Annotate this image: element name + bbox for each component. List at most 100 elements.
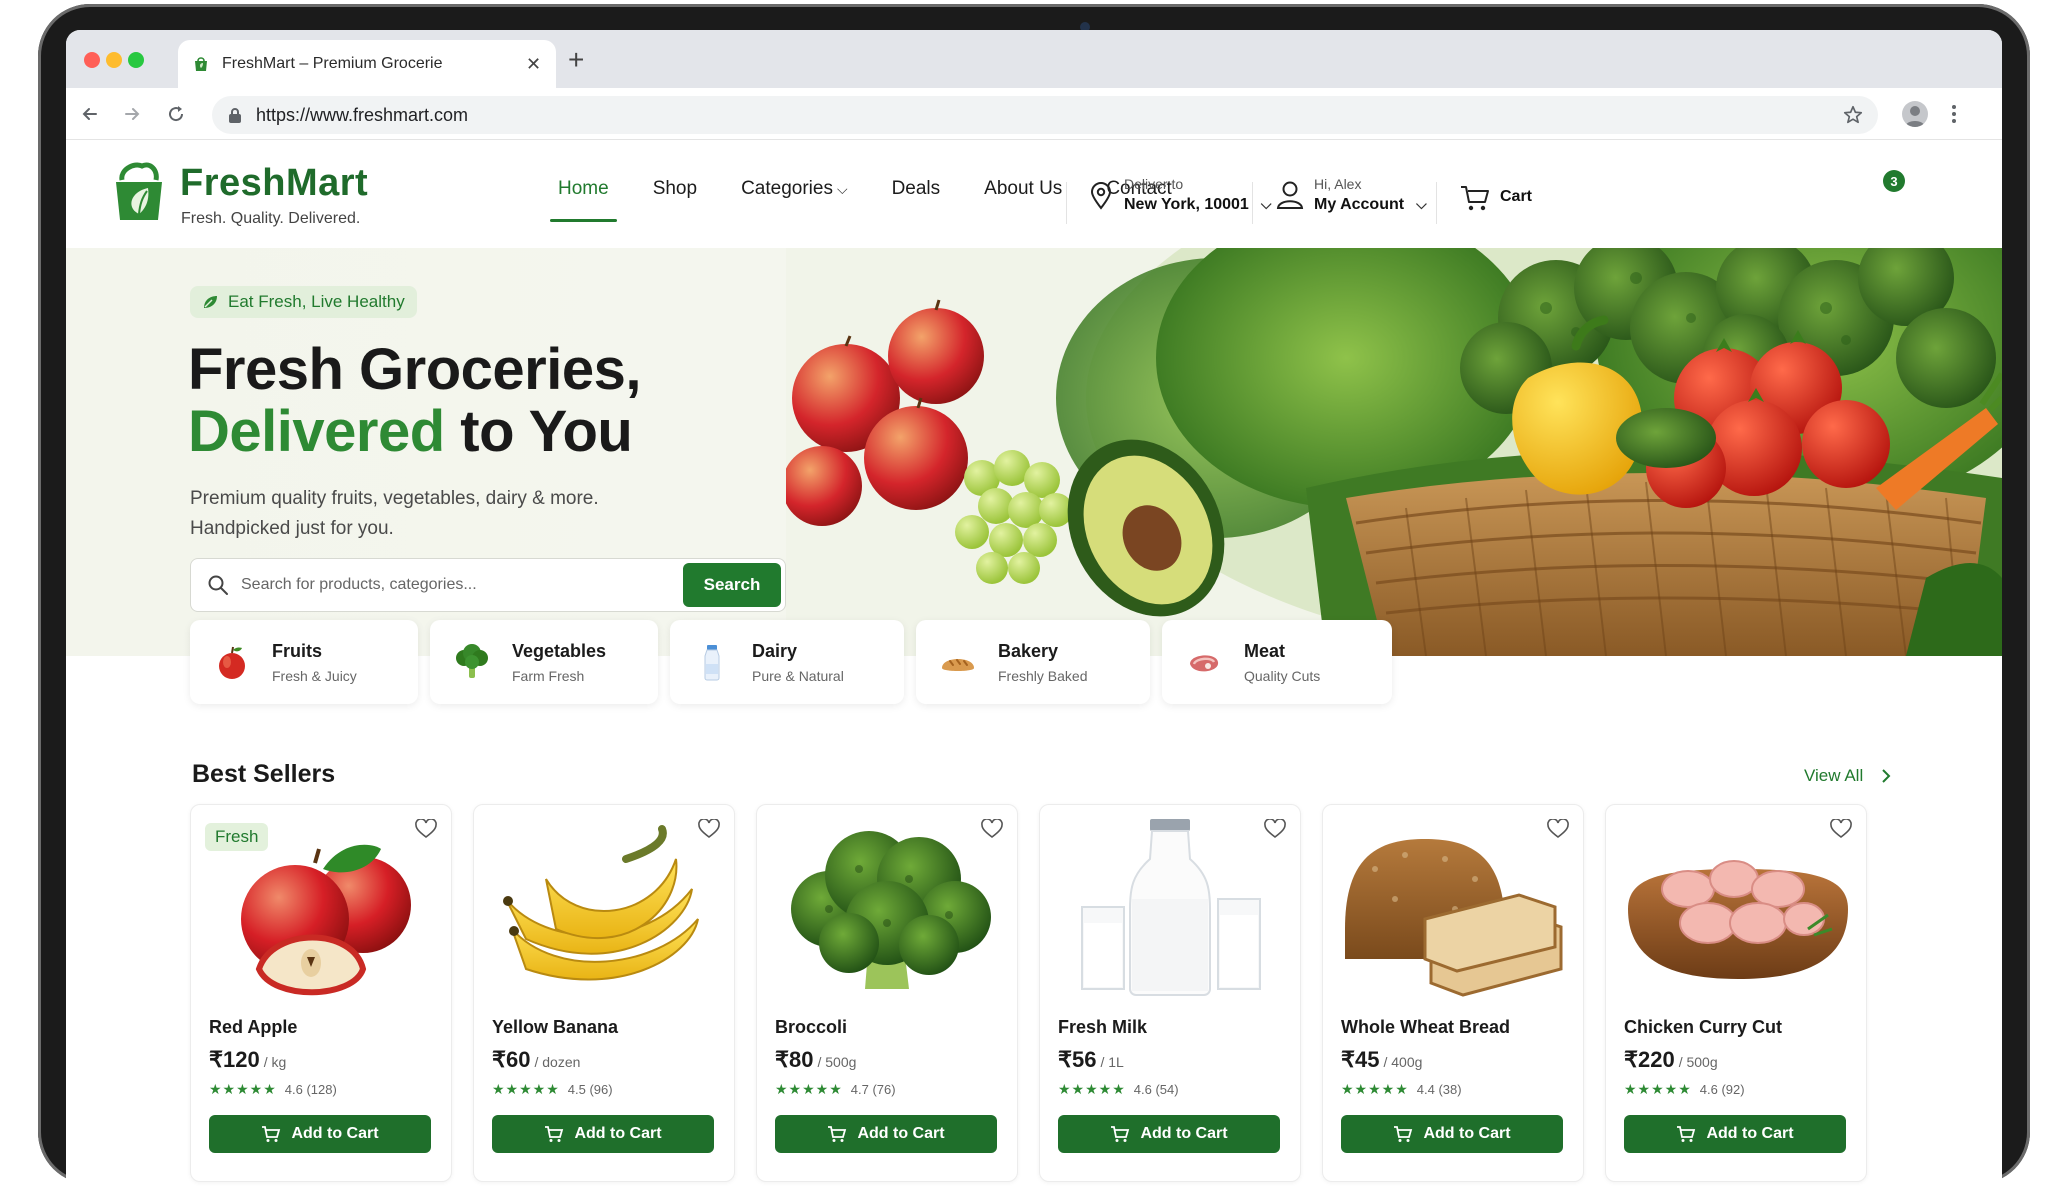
product-name[interactable]: Yellow Banana — [492, 1017, 618, 1038]
product-rating: ★★★★★ 4.6 (128) — [209, 1081, 337, 1098]
price-unit: / 400g — [1383, 1054, 1423, 1070]
reload-icon[interactable] — [162, 100, 190, 128]
product-rating: ★★★★★ 4.6 (54) — [1058, 1081, 1179, 1098]
product-card-fresh-milk[interactable]: Fresh Milk ₹56/ 1L ★★★★★ 4.6 (54) Add to … — [1039, 804, 1301, 1182]
divider — [1436, 182, 1437, 224]
back-icon[interactable] — [76, 100, 104, 128]
rating-text: 4.6 (128) — [284, 1082, 337, 1097]
add-to-cart-button[interactable]: Add to Cart — [209, 1115, 431, 1153]
product-rating: ★★★★★ 4.4 (38) — [1341, 1081, 1462, 1098]
product-name[interactable]: Chicken Curry Cut — [1624, 1017, 1782, 1038]
heart-icon[interactable] — [1547, 819, 1569, 839]
hero-title-line2: Delivered to You — [188, 398, 633, 465]
chicken-image — [1628, 860, 1848, 979]
product-name[interactable]: Fresh Milk — [1058, 1017, 1147, 1038]
heart-icon[interactable] — [1264, 819, 1286, 839]
hero-banner: Eat Fresh, Live Healthy Fresh Groceries,… — [66, 248, 2002, 656]
forward-icon[interactable] — [118, 100, 146, 128]
cart-icon — [545, 1126, 564, 1142]
price-unit: / kg — [263, 1054, 287, 1070]
chevron-right-icon — [1882, 769, 1891, 783]
product-name[interactable]: Red Apple — [209, 1017, 297, 1038]
product-card-yellow-banana[interactable]: Yellow Banana ₹60/ dozen ★★★★★ 4.5 (96) A… — [473, 804, 735, 1182]
heart-icon[interactable] — [1830, 819, 1852, 839]
category-card-meat[interactable]: Meat Quality Cuts — [1162, 620, 1392, 704]
browser-menu-icon[interactable] — [1950, 102, 1958, 131]
category-card-fruits[interactable]: Fruits Fresh & Juicy — [190, 620, 418, 704]
category-card-dairy[interactable]: Dairy Pure & Natural — [670, 620, 904, 704]
price-unit: / dozen — [534, 1054, 581, 1070]
site-header: FreshMart Fresh. Quality. Delivered. Hom… — [66, 140, 2002, 248]
profile-avatar-icon[interactable] — [1902, 101, 1928, 127]
product-card-red-apple[interactable]: Fresh Red Apple ₹120/ kg ★★★★★ 4.6 (128) … — [190, 804, 452, 1182]
category-subtitle: Pure & Natural — [752, 667, 844, 684]
add-to-cart-button[interactable]: Add to Cart — [492, 1115, 714, 1153]
price-value: ₹60 — [492, 1047, 531, 1072]
product-card-chicken-curry-cut[interactable]: Chicken Curry Cut ₹220/ 500g ★★★★★ 4.6 (9… — [1605, 804, 1867, 1182]
product-name[interactable]: Whole Wheat Bread — [1341, 1017, 1510, 1038]
price-value: ₹45 — [1341, 1047, 1380, 1072]
product-rating: ★★★★★ 4.5 (96) — [492, 1081, 613, 1098]
tab-close-icon[interactable]: ✕ — [526, 54, 541, 75]
category-card-vegetables[interactable]: Vegetables Farm Fresh — [430, 620, 658, 704]
search-button[interactable]: Search — [683, 563, 781, 607]
rating-text: 4.6 (92) — [1699, 1082, 1745, 1097]
add-to-cart-button[interactable]: Add to Cart — [1058, 1115, 1280, 1153]
apple-icon — [219, 646, 245, 679]
star-rating-icon: ★★★★★ — [492, 1081, 560, 1097]
add-to-cart-button[interactable]: Add to Cart — [1341, 1115, 1563, 1153]
product-price: ₹60/ dozen — [492, 1047, 580, 1073]
new-tab-icon[interactable]: + — [568, 46, 584, 74]
minimize-window-button[interactable] — [106, 52, 122, 68]
cart-count-badge: 3 — [1883, 170, 1905, 192]
nav-about-us[interactable]: About Us — [984, 178, 1062, 222]
nav-deals[interactable]: Deals — [892, 178, 941, 222]
hero-tagline-pill: Eat Fresh, Live Healthy — [190, 286, 417, 318]
broccoli-icon — [456, 644, 488, 678]
milk-image — [1081, 819, 1261, 996]
heart-icon[interactable] — [415, 819, 437, 839]
close-window-button[interactable] — [84, 52, 100, 68]
product-grid: Fresh Red Apple ₹120/ kg ★★★★★ 4.6 (128) … — [190, 804, 1867, 1182]
chevron-down-icon: ⌵ — [1260, 196, 1272, 212]
hero-subtitle: Premium quality fruits, vegetables, dair… — [190, 484, 670, 544]
search-input[interactable] — [241, 571, 641, 599]
category-subtitle: Quality Cuts — [1244, 667, 1321, 684]
freshmart-logo-icon[interactable] — [112, 160, 166, 222]
rating-text: 4.5 (96) — [567, 1082, 613, 1097]
product-card-broccoli[interactable]: Broccoli ₹80/ 500g ★★★★★ 4.7 (76) Add to … — [756, 804, 1018, 1182]
category-card-bakery[interactable]: Bakery Freshly Baked — [916, 620, 1150, 704]
account-label: My Account ⌵ — [1314, 196, 1427, 214]
view-all-link[interactable]: View All — [1804, 766, 1895, 786]
nav-shop[interactable]: Shop — [653, 178, 697, 222]
browser-tab[interactable]: FreshMart – Premium Grocerie ✕ — [178, 40, 556, 88]
cart-button[interactable]: Cart — [1460, 184, 1532, 211]
heart-icon[interactable] — [981, 819, 1003, 839]
deliver-to-selector[interactable]: Deliver to New York, 10001 ⌵ — [1090, 176, 1271, 214]
cart-icon — [262, 1126, 281, 1142]
nav-home[interactable]: Home — [550, 178, 617, 222]
maximize-window-button[interactable] — [128, 52, 144, 68]
brand-name[interactable]: FreshMart — [180, 162, 368, 205]
product-name[interactable]: Broccoli — [775, 1017, 847, 1038]
deliver-to-label: Deliver to — [1124, 176, 1184, 192]
product-card-whole-wheat-bread[interactable]: Whole Wheat Bread ₹45/ 400g ★★★★★ 4.4 (38… — [1322, 804, 1584, 1182]
nav-categories-label: Categories — [741, 178, 833, 199]
cart-icon — [1394, 1126, 1413, 1142]
category-subtitle: Farm Fresh — [512, 667, 585, 684]
browser-window: FreshMart – Premium Grocerie ✕ + https:/… — [66, 30, 2002, 1190]
bread-icon — [942, 659, 974, 671]
add-to-cart-button[interactable]: Add to Cart — [775, 1115, 997, 1153]
account-menu[interactable]: Hi, Alex My Account ⌵ — [1276, 176, 1427, 214]
category-name: Vegetables — [512, 640, 607, 661]
product-price: ₹56/ 1L — [1058, 1047, 1124, 1073]
bookmark-star-icon[interactable] — [1842, 104, 1864, 126]
view-all-label: View All — [1804, 766, 1864, 785]
product-rating: ★★★★★ 4.6 (92) — [1624, 1081, 1745, 1098]
add-to-cart-button[interactable]: Add to Cart — [1624, 1115, 1846, 1153]
hero-title-line1: Fresh Groceries, — [188, 337, 642, 402]
search-icon — [208, 575, 228, 595]
address-bar[interactable]: https://www.freshmart.com — [212, 96, 1878, 134]
nav-categories[interactable]: Categories ⌵ — [741, 178, 848, 222]
heart-icon[interactable] — [698, 819, 720, 839]
